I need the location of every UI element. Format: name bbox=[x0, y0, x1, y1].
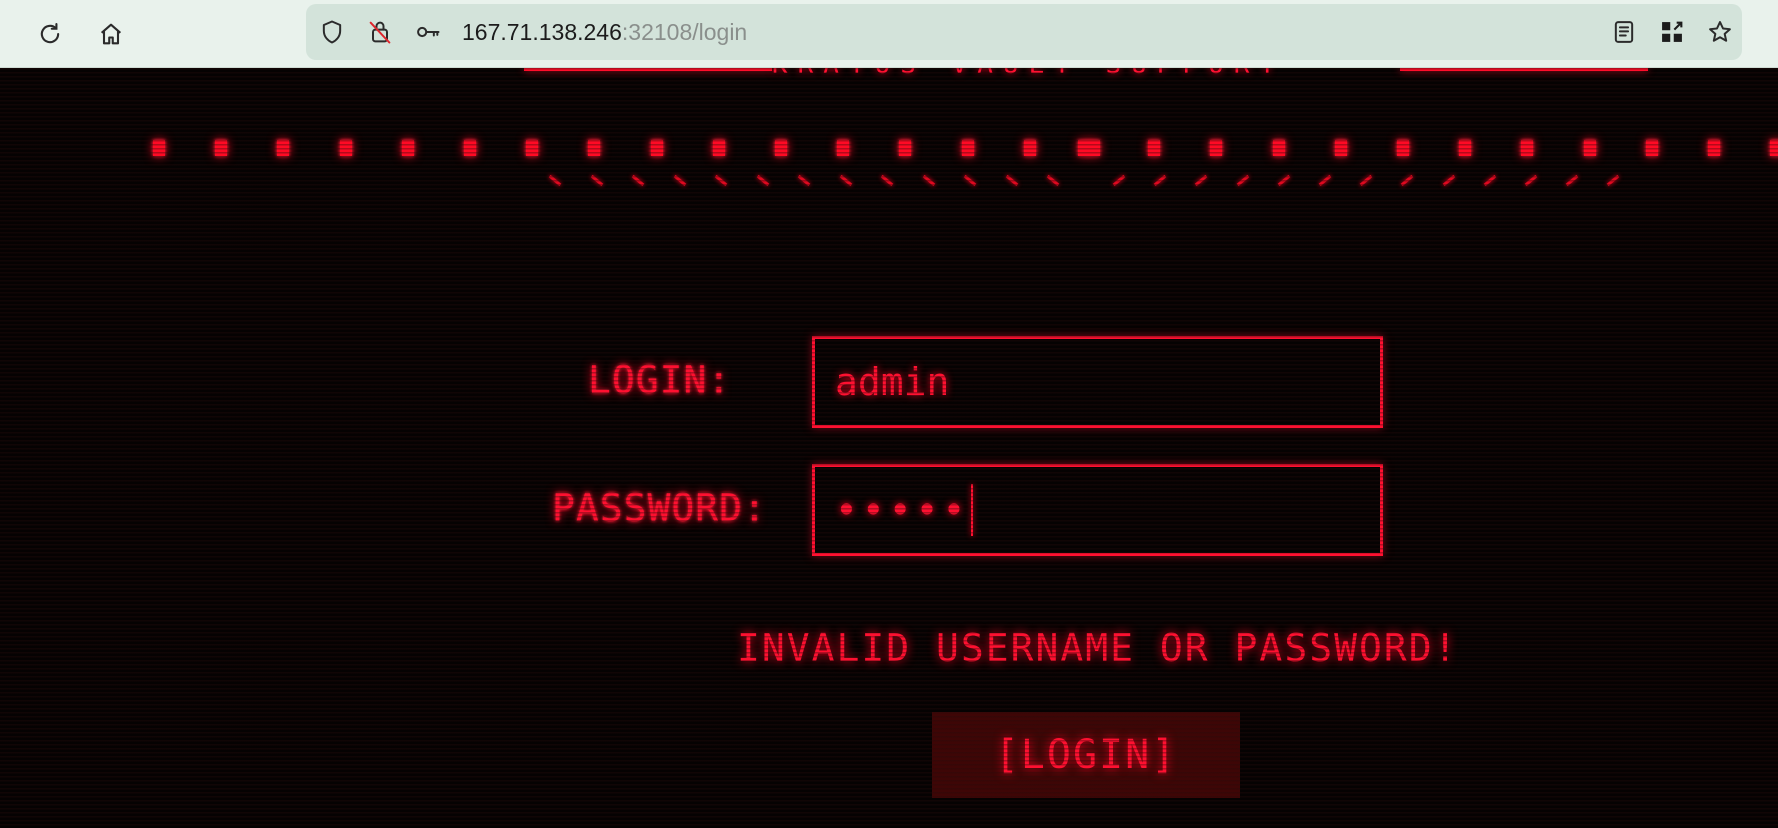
ascii-block bbox=[464, 140, 476, 156]
url-path: :32108/login bbox=[621, 19, 748, 45]
ascii-backslash bbox=[590, 174, 603, 187]
ascii-block bbox=[1210, 140, 1223, 156]
ascii-backslash bbox=[963, 174, 977, 187]
ascii-slash bbox=[1195, 174, 1208, 187]
ascii-block bbox=[1583, 140, 1596, 156]
home-icon[interactable] bbox=[91, 14, 131, 54]
ascii-block bbox=[1459, 140, 1472, 156]
ascii-block bbox=[1272, 140, 1285, 156]
reload-icon[interactable] bbox=[30, 14, 70, 54]
ascii-block bbox=[712, 140, 725, 156]
ascii-block bbox=[215, 140, 228, 156]
text-caret bbox=[971, 484, 974, 536]
browser-toolbar: 167.71.138.246:32108/login bbox=[0, 0, 1778, 68]
login-input[interactable]: admin bbox=[812, 336, 1383, 428]
ascii-block bbox=[1078, 140, 1100, 156]
ascii-block bbox=[277, 140, 290, 156]
ascii-slash bbox=[1112, 174, 1126, 187]
ascii-block bbox=[837, 140, 850, 156]
ascii-slash bbox=[1359, 174, 1373, 187]
ascii-backslash bbox=[839, 174, 852, 187]
ascii-slash bbox=[1607, 174, 1620, 187]
ascii-block bbox=[1708, 140, 1720, 156]
reader-view-icon[interactable] bbox=[1608, 16, 1640, 48]
ascii-slash bbox=[1483, 174, 1497, 187]
ascii-backslash bbox=[797, 174, 811, 187]
insecure-lock-icon[interactable] bbox=[364, 16, 396, 48]
login-button-label: [LOGIN] bbox=[994, 732, 1178, 778]
password-label: PASSWORD: bbox=[552, 486, 767, 530]
ascii-slash bbox=[1153, 174, 1167, 187]
banner-title: KRATOS VAULT SUPPORT bbox=[772, 68, 1372, 80]
ascii-block bbox=[961, 140, 974, 156]
ascii-slash bbox=[1442, 174, 1455, 187]
ascii-backslash bbox=[922, 174, 935, 187]
url-host: 167.71.138.246 bbox=[462, 19, 622, 45]
ascii-block bbox=[588, 140, 601, 156]
ascii-slash bbox=[1277, 174, 1291, 187]
ascii-block bbox=[1334, 140, 1347, 156]
ascii-block bbox=[401, 140, 414, 156]
page-viewport: KRATOS VAULT SUPPORT LOGIN: admin PASSWO… bbox=[0, 68, 1778, 828]
ascii-slash bbox=[1318, 174, 1332, 187]
ascii-block bbox=[1148, 140, 1161, 156]
ascii-slash bbox=[1524, 174, 1538, 187]
login-label: LOGIN: bbox=[588, 358, 732, 402]
ascii-block bbox=[1023, 140, 1036, 156]
ascii-backslash bbox=[1046, 174, 1060, 187]
ascii-block bbox=[1397, 140, 1409, 156]
ascii-slash bbox=[1565, 174, 1579, 187]
url-text[interactable]: 167.71.138.246:32108/login bbox=[462, 18, 747, 46]
ascii-slash bbox=[1236, 174, 1249, 187]
ascii-block bbox=[153, 140, 165, 156]
ascii-block bbox=[650, 140, 663, 156]
ascii-backslash bbox=[880, 174, 894, 187]
ascii-block bbox=[1770, 140, 1778, 156]
key-icon[interactable] bbox=[412, 16, 444, 48]
url-bar[interactable]: 167.71.138.246:32108/login bbox=[306, 4, 1742, 60]
ascii-block bbox=[775, 140, 787, 156]
ascii-block bbox=[339, 140, 352, 156]
ascii-block bbox=[526, 140, 539, 156]
ascii-backslash bbox=[548, 174, 562, 187]
banner-bar-right bbox=[1400, 68, 1648, 71]
qr-code-icon[interactable] bbox=[1656, 16, 1688, 48]
ascii-backslash bbox=[714, 174, 728, 187]
error-message: INVALID USERNAME OR PASSWORD! bbox=[737, 626, 1459, 670]
ascii-backslash bbox=[756, 174, 769, 187]
ascii-backslash bbox=[673, 174, 686, 187]
login-input-value: admin bbox=[835, 360, 950, 404]
ascii-block bbox=[899, 140, 912, 156]
ascii-backslash bbox=[1005, 174, 1018, 187]
password-input[interactable]: ••••• bbox=[812, 464, 1383, 556]
ascii-block bbox=[1645, 140, 1658, 156]
login-button[interactable]: [LOGIN] bbox=[932, 712, 1240, 798]
shield-icon[interactable] bbox=[316, 16, 348, 48]
password-input-value: ••••• bbox=[835, 488, 970, 532]
banner-bar-left bbox=[524, 68, 772, 71]
ascii-backslash bbox=[631, 174, 645, 187]
ascii-block bbox=[1521, 140, 1534, 156]
ascii-slash bbox=[1401, 174, 1414, 187]
bookmark-star-icon[interactable] bbox=[1704, 16, 1736, 48]
